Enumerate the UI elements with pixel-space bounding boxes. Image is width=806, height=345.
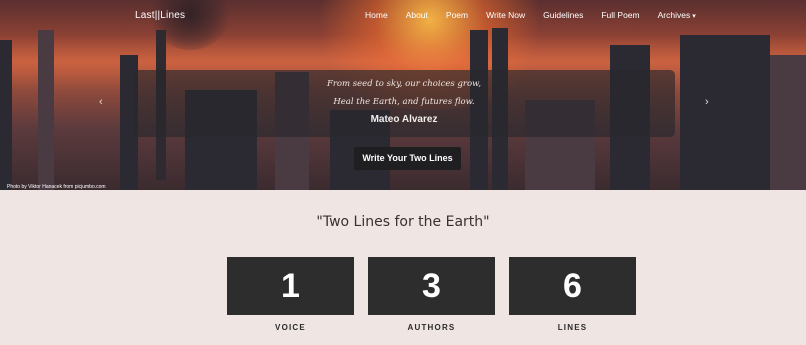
top-nav: Last||Lines Home About Poem Write Now Gu… xyxy=(0,0,806,30)
poem-line-2: Heal the Earth, and futures flow. xyxy=(333,97,475,107)
building xyxy=(38,30,54,190)
chevron-left-icon[interactable]: ‹ xyxy=(99,96,103,108)
nav-link-write-now[interactable]: Write Now xyxy=(486,10,525,20)
stat-voice-label: VOICE xyxy=(275,323,306,332)
nav-link-poem[interactable]: Poem xyxy=(446,10,468,20)
site-logo[interactable]: Last||Lines xyxy=(135,10,185,21)
hero-banner: Last||Lines Home About Poem Write Now Gu… xyxy=(0,0,806,190)
building xyxy=(0,40,12,190)
nav-link-guidelines[interactable]: Guidelines xyxy=(543,10,583,20)
nav-link-home[interactable]: Home xyxy=(365,10,388,20)
stat-voice-value: 1 xyxy=(227,257,354,315)
page-title: "Two Lines for the Earth" xyxy=(316,214,490,230)
stat-authors-value: 3 xyxy=(368,257,495,315)
nav-link-archives-label: Archives xyxy=(657,10,691,20)
nav-links: Home About Poem Write Now Guidelines Ful… xyxy=(365,10,714,20)
nav-link-archives[interactable]: Archives ▾ xyxy=(658,10,696,20)
chevron-right-icon[interactable]: › xyxy=(705,96,709,108)
building xyxy=(770,55,806,190)
nav-link-full-poem[interactable]: Full Poem xyxy=(601,10,639,20)
stat-authors-label: AUTHORS xyxy=(407,323,456,332)
poem-author: Mateo Alvarez xyxy=(370,114,438,125)
stat-lines-label: LINES xyxy=(557,323,588,332)
photo-credit: Photo by Viktor Hanacek from picjumbo.co… xyxy=(7,184,106,190)
nav-link-about[interactable]: About xyxy=(406,10,428,20)
building xyxy=(680,35,770,190)
caret-down-icon: ▾ xyxy=(692,13,696,20)
poem-caption: From seed to sky, our choices grow, Heal… xyxy=(133,70,675,137)
poem-line-1: From seed to sky, our choices grow, xyxy=(326,79,482,89)
stat-lines-value: 6 xyxy=(509,257,636,315)
write-two-lines-button[interactable]: Write Your Two Lines xyxy=(354,147,461,170)
